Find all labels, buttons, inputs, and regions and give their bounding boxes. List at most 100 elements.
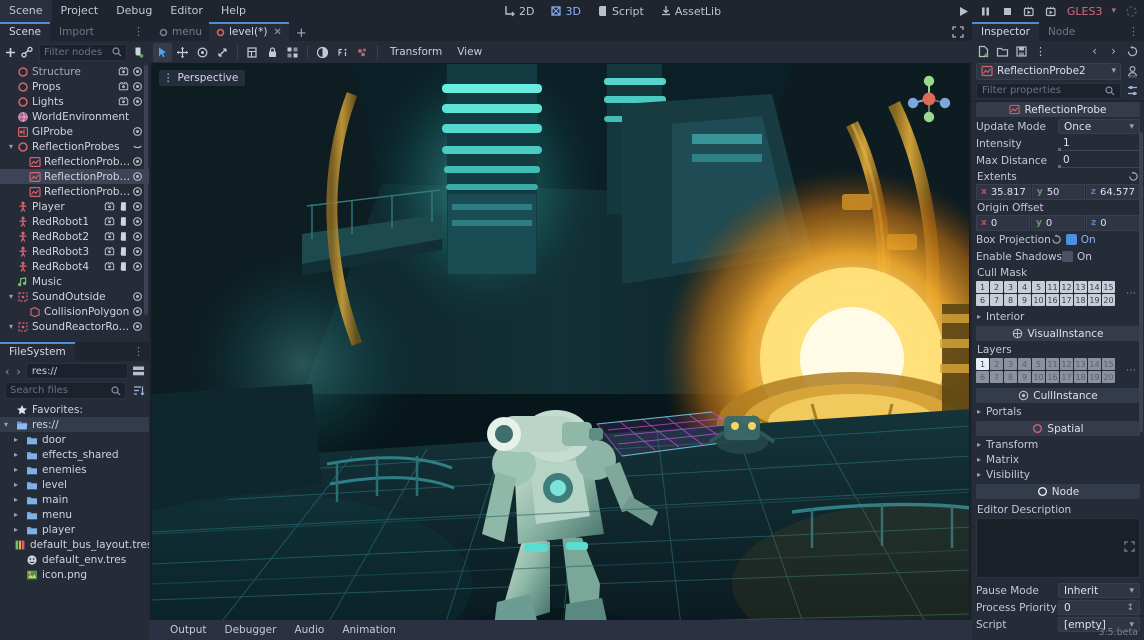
filesystem-item[interactable]: ▸ menu	[0, 507, 149, 522]
scene-tree-item-reflectionprobe3[interactable]: ReflectionProbe3	[0, 184, 149, 199]
mask-cell-16[interactable]: 16	[1046, 294, 1059, 306]
extents-z[interactable]: z 64.577	[1085, 184, 1140, 200]
script-icon[interactable]	[118, 201, 129, 212]
editor-description-input[interactable]	[976, 518, 1140, 578]
scene-tree[interactable]: Structure Props Lights WorldEnvironment GIPr…	[0, 63, 149, 342]
foldout-portals[interactable]: ▸ Portals	[972, 404, 1144, 419]
tab-node[interactable]: Node	[1039, 24, 1084, 41]
chevron-down-icon[interactable]: ▾	[4, 420, 15, 429]
group-icon[interactable]	[104, 201, 115, 212]
script-icon[interactable]	[118, 216, 129, 227]
box-projection-checkbox[interactable]	[1065, 234, 1077, 245]
stop-icon[interactable]	[1001, 5, 1014, 18]
filesystem-item[interactable]: ▸ effects_shared	[0, 447, 149, 462]
scene-tree-item-player[interactable]: Player	[0, 199, 149, 214]
menu-scene[interactable]: Scene	[0, 0, 52, 22]
visibility-icon[interactable]	[132, 171, 143, 182]
lock-icon[interactable]	[263, 43, 282, 62]
category-node[interactable]: Node	[976, 484, 1140, 499]
scene-tree-item-reflectionprobes[interactable]: ▾ ReflectionProbes	[0, 139, 149, 154]
chevron-right-icon[interactable]: ▸	[14, 450, 25, 459]
mask-cell-10[interactable]: 10	[1032, 371, 1045, 383]
foldout-matrix[interactable]: ▸ Matrix	[972, 452, 1144, 467]
select-mode-icon[interactable]	[153, 42, 172, 62]
scene-tree-item-structure[interactable]: Structure	[0, 64, 149, 79]
filesystem-path-input[interactable]: res://	[25, 363, 128, 379]
property-pause-mode-value[interactable]: Inherit ▾	[1058, 583, 1140, 598]
history-forward-icon[interactable]: ›	[1106, 44, 1121, 59]
chevron-down-icon[interactable]: ▾	[6, 322, 16, 331]
menu-project[interactable]: Project	[52, 0, 108, 22]
scene-tree-item-redrobot2[interactable]: RedRobot2	[0, 229, 149, 244]
mask-cell-19[interactable]: 19	[1088, 294, 1101, 306]
mask-cell-8[interactable]: 8	[1004, 371, 1017, 383]
property-process-priority[interactable]: Process Priority 0 ↕	[972, 599, 1144, 616]
viewport-axis-gizmo[interactable]	[903, 73, 955, 125]
scene-tree-item-worldenvironment[interactable]: WorldEnvironment	[0, 109, 149, 124]
origin-offset-x[interactable]: x0	[976, 215, 1030, 231]
add-scene-button[interactable]: +	[289, 26, 314, 41]
mask-cell-18[interactable]: 18	[1074, 371, 1087, 383]
mask-cell-6[interactable]: 6	[976, 294, 989, 306]
layers-grid[interactable]: 1 2 3 4 5 11 12 13 14 15 6 7 8 9 10 16 17 18 19 20 ⋯	[972, 357, 1144, 386]
extents-y[interactable]: y 50	[1031, 184, 1085, 200]
split-mode-icon[interactable]	[131, 364, 146, 379]
mask-cell-4[interactable]: 4	[1018, 281, 1031, 293]
filesystem-item[interactable]: ▸ level	[0, 477, 149, 492]
open-docs-icon[interactable]: DOC	[1125, 64, 1140, 79]
spinner-arrows-icon[interactable]: ↕	[1126, 603, 1134, 613]
category-visual-instance[interactable]: VisualInstance	[976, 326, 1140, 341]
mask-cell-17[interactable]: 17	[1060, 371, 1073, 383]
light-preview-icon[interactable]	[313, 43, 332, 62]
visibility-icon[interactable]	[132, 306, 143, 317]
group-icon[interactable]	[104, 216, 115, 227]
chevron-right-icon[interactable]: ▸	[14, 525, 25, 534]
menu-debug[interactable]: Debug	[107, 0, 161, 22]
filesystem-item[interactable]: Favorites:	[0, 402, 149, 417]
viewport-camera-label[interactable]: ⋮ Perspective	[159, 70, 246, 86]
new-resource-icon[interactable]	[976, 44, 991, 59]
mask-cell-9[interactable]: 9	[1018, 294, 1031, 306]
visibility-icon[interactable]	[132, 321, 143, 332]
mask-cell-14[interactable]: 14	[1088, 358, 1101, 370]
filesystem-menu-icon[interactable]: ⋮	[133, 345, 144, 358]
mask-cell-9[interactable]: 9	[1018, 371, 1031, 383]
chevron-right-icon[interactable]: ▸	[14, 510, 25, 519]
mask-cell-3[interactable]: 3	[1004, 358, 1017, 370]
mask-cell-20[interactable]: 20	[1102, 294, 1115, 306]
tab-import[interactable]: Import	[50, 24, 103, 41]
filesystem-item[interactable]: ▸ door	[0, 432, 149, 447]
group-icon[interactable]	[118, 96, 129, 107]
rotate-mode-icon[interactable]	[193, 43, 212, 62]
play-custom-scene-icon[interactable]	[1045, 5, 1058, 18]
add-node-icon[interactable]	[3, 45, 18, 60]
chevron-right-icon[interactable]: ▸	[14, 465, 25, 474]
inspector-selected-object[interactable]: ReflectionProbe2 ▾	[976, 62, 1121, 80]
tab-inspector[interactable]: Inspector	[972, 22, 1039, 41]
scene-tree-item-lights[interactable]: Lights	[0, 94, 149, 109]
mask-cell-15[interactable]: 15	[1102, 358, 1115, 370]
scene-tree-item-reflectionprobe2[interactable]: ReflectionProbe2	[0, 169, 149, 184]
play-scene-icon[interactable]	[1023, 5, 1036, 18]
inspector-filter-input[interactable]: Filter properties	[976, 82, 1121, 99]
mask-cell-13[interactable]: 13	[1074, 358, 1087, 370]
property-box-projection[interactable]: Box Projection On	[972, 231, 1144, 248]
viewport-menu-icon[interactable]: ⋮	[163, 72, 174, 84]
save-resource-icon[interactable]	[1014, 44, 1029, 59]
move-mode-icon[interactable]	[173, 43, 192, 62]
foldout-interior[interactable]: ▸ Interior	[972, 309, 1144, 324]
load-resource-icon[interactable]	[995, 44, 1010, 59]
property-update-mode[interactable]: Update Mode Once ▾	[972, 118, 1144, 135]
3d-viewport[interactable]: ⋮ Perspective	[151, 63, 970, 633]
resize-grip-icon[interactable]	[1124, 541, 1135, 555]
mode-2d-button[interactable]: 2D	[497, 3, 541, 20]
group-icon[interactable]	[104, 261, 115, 272]
bottom-panel-debugger[interactable]: Debugger	[215, 624, 285, 636]
layers-menu-icon[interactable]: ⋯	[1126, 365, 1140, 376]
mask-cell-6[interactable]: 6	[976, 371, 989, 383]
filesystem-tree[interactable]: Favorites: ▾ res:// ▸ door ▸ effects_shared ▸ en…	[0, 400, 149, 640]
visibility-icon[interactable]	[132, 81, 143, 92]
local-space-icon[interactable]	[333, 43, 352, 62]
visibility-icon[interactable]	[132, 96, 143, 107]
scene-tree-item-collisionpolygon[interactable]: CollisionPolygon	[0, 304, 149, 319]
